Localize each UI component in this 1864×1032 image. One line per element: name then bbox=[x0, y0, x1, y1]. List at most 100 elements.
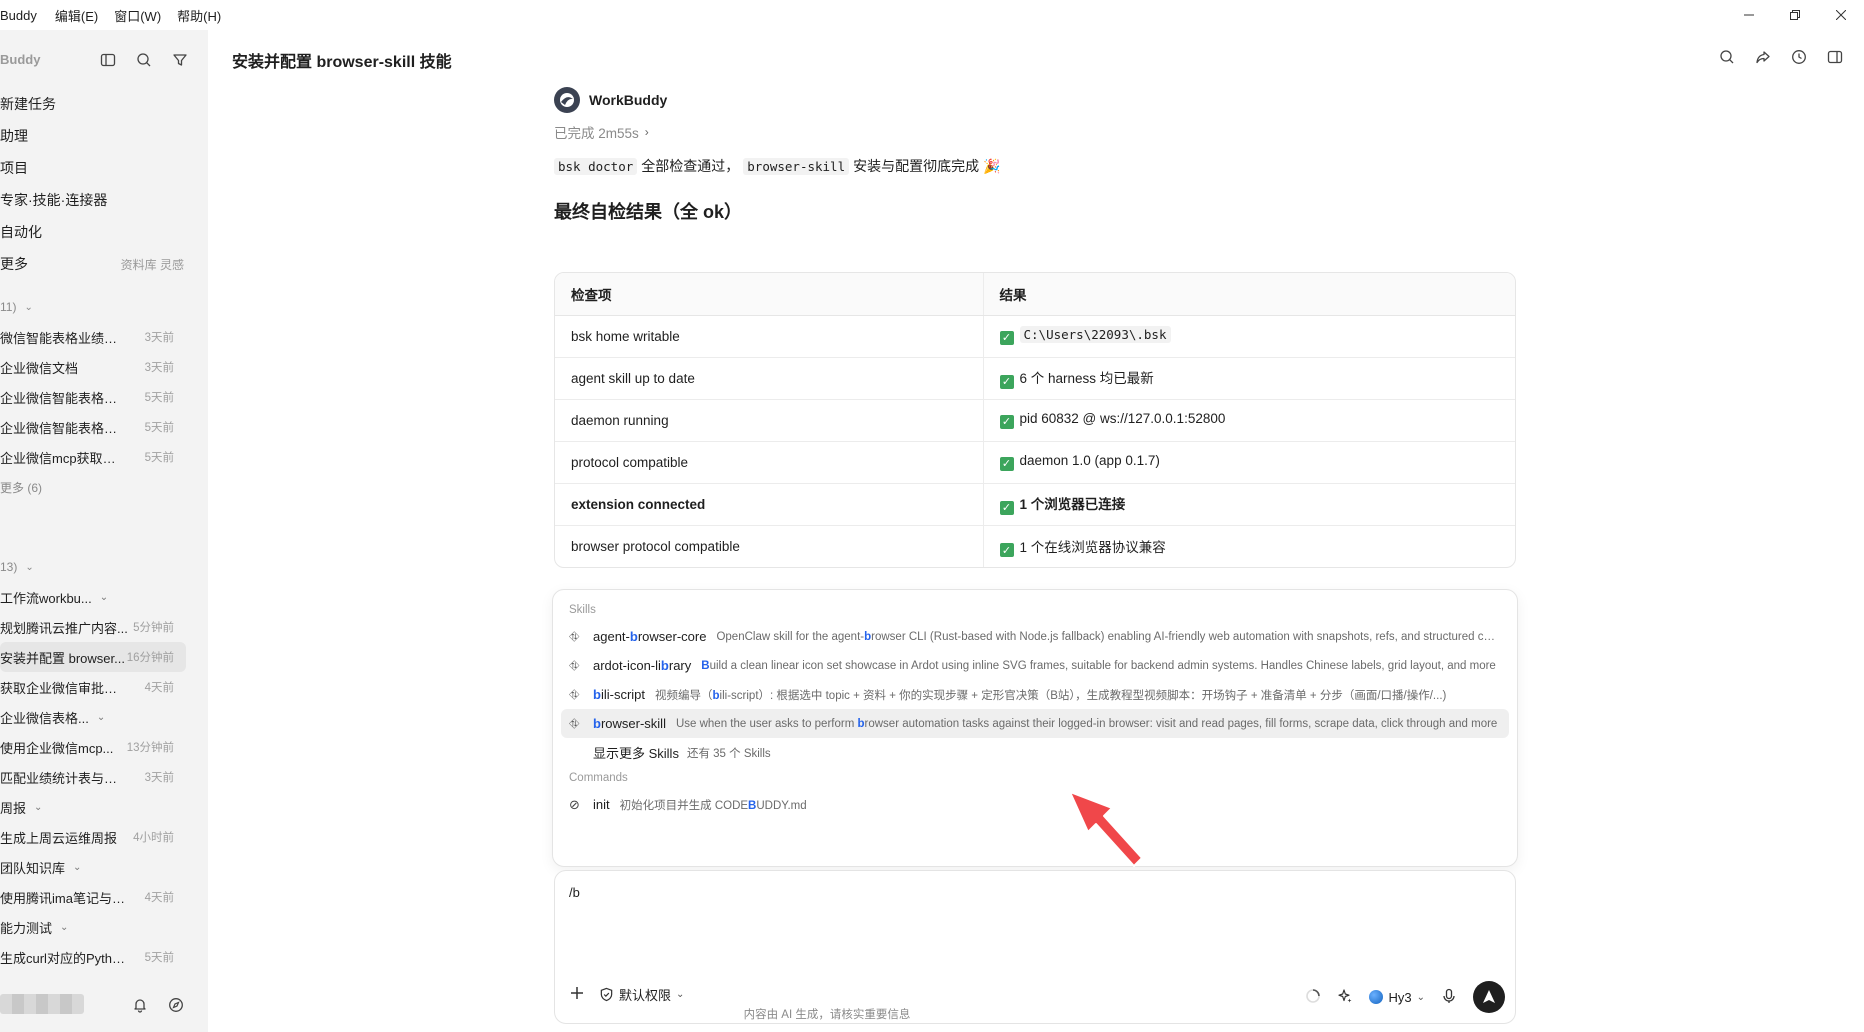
chevron-down-icon: ⌄ bbox=[24, 301, 33, 313]
inline-code: bsk doctor bbox=[554, 157, 638, 175]
bell-icon[interactable] bbox=[130, 995, 150, 1015]
filter-icon[interactable] bbox=[170, 50, 190, 70]
minimize-icon[interactable] bbox=[1726, 0, 1772, 30]
nav-experts-skills[interactable]: 专家·技能·连接器 bbox=[0, 184, 208, 216]
table-row: extension connected ✓ 1 个浏览器已连接 bbox=[555, 483, 1515, 526]
skill-option[interactable]: ⛗ bili-script 视频编导（bili-script）: 根据选中 to… bbox=[561, 680, 1509, 709]
task-item[interactable]: 企业微信智能表格数据 5天前 bbox=[0, 382, 186, 412]
window-controls bbox=[1726, 0, 1864, 30]
chat-input[interactable]: /b bbox=[569, 885, 580, 900]
sparkle-icon[interactable] bbox=[1337, 988, 1353, 1007]
task-item[interactable]: 匹配业绩统计表与跟进... 3天前 bbox=[0, 762, 186, 792]
close-icon[interactable] bbox=[1818, 0, 1864, 30]
chevron-down-icon: ⌄ bbox=[25, 561, 34, 573]
skill-name-part: rowser-core bbox=[637, 629, 707, 644]
menu-edit[interactable]: 编辑(E) bbox=[55, 6, 98, 25]
chevron-down-icon: ⌄ bbox=[99, 591, 109, 603]
sidebar-nav: 新建任务 助理 项目 专家·技能·连接器 自动化 更多 资料库 灵感 bbox=[0, 88, 208, 280]
send-button[interactable] bbox=[1473, 981, 1505, 1013]
nav-assistant[interactable]: 助理 bbox=[0, 120, 208, 152]
command-icon: ⊘ bbox=[569, 796, 580, 812]
nav-label: 新建任务 bbox=[0, 96, 56, 112]
task-item[interactable]: 企业微信mcp获取在线... 5天前 bbox=[0, 442, 186, 472]
show-more-label: 显示更多 Skills bbox=[593, 746, 679, 761]
panel-toggle-icon[interactable] bbox=[1824, 46, 1846, 68]
avatar[interactable] bbox=[0, 994, 84, 1014]
task-label: 匹配业绩统计表与跟进... bbox=[0, 770, 128, 786]
result-text: 6 个 harness 均已最新 bbox=[1019, 371, 1154, 387]
search-icon[interactable] bbox=[1716, 46, 1738, 68]
skill-name-part: rowser-skill bbox=[600, 716, 666, 731]
task-folder[interactable]: 企业微信表格... ⌄ bbox=[0, 702, 186, 732]
task-item[interactable]: 使用腾讯ima笔记与知... 4天前 bbox=[0, 882, 186, 912]
checkmark-icon: ✓ bbox=[999, 543, 1014, 557]
task-item-active[interactable]: 安装并配置 browser... 16分钟前 bbox=[0, 642, 186, 672]
task-label: 生成上周云运维周报 bbox=[0, 830, 118, 846]
desc-part: OpenClaw skill for the agent- bbox=[716, 630, 865, 643]
chevron-down-icon: ⌄ bbox=[60, 921, 69, 933]
skill-option-selected[interactable]: ⛗ browser-skill Use when the user asks t… bbox=[561, 709, 1509, 738]
show-more-link[interactable]: 更多 (6) bbox=[0, 472, 208, 502]
task-folder[interactable]: 能力测试 ⌄ bbox=[0, 912, 186, 942]
check-item: agent skill up to date bbox=[555, 357, 984, 400]
model-select[interactable]: Hy3 ⌄ bbox=[1369, 990, 1425, 1005]
table-row: agent skill up to date ✓ 6 个 harness 均已最新 bbox=[555, 357, 1515, 400]
task-time: 3天前 bbox=[144, 362, 174, 374]
toggle-sidebar-icon[interactable] bbox=[98, 50, 118, 70]
task-folder[interactable]: 周报 ⌄ bbox=[0, 792, 186, 822]
assistant-message: WorkBuddy 已完成 2m55s › bsk doctor 全部检查通过，… bbox=[554, 86, 1516, 224]
nav-more-extra[interactable]: 资料库 灵感 bbox=[121, 256, 184, 273]
check-item: daemon running bbox=[555, 399, 984, 442]
match-highlight: b bbox=[712, 689, 720, 702]
command-option[interactable]: ⊘ init 初始化项目并生成 CODEBUDDY.md bbox=[561, 790, 1509, 819]
group-header[interactable]: 13) ⌄ bbox=[0, 552, 208, 582]
permission-select[interactable]: 默认权限 ⌄ bbox=[599, 985, 684, 1004]
task-folder[interactable]: 工作流workbu... ⌄ bbox=[0, 582, 186, 612]
task-time: 4天前 bbox=[144, 682, 174, 694]
menu-window[interactable]: 窗口(W) bbox=[114, 6, 161, 25]
compass-icon[interactable] bbox=[166, 995, 186, 1015]
section-heading: 最终自检结果（全 ok） bbox=[554, 202, 743, 222]
loading-spinner-icon bbox=[1305, 988, 1321, 1007]
task-time: 13分钟前 bbox=[126, 742, 174, 754]
task-item[interactable]: 获取企业微信审批信息 4天前 bbox=[0, 672, 186, 702]
nav-more[interactable]: 更多 资料库 灵感 bbox=[0, 248, 208, 280]
add-icon[interactable] bbox=[569, 985, 585, 1004]
command-name: init bbox=[593, 797, 610, 812]
task-item[interactable]: 企业微信智能表格信息 5天前 bbox=[0, 412, 186, 442]
task-folder[interactable]: 团队知识库 ⌄ bbox=[0, 852, 186, 882]
skill-option[interactable]: ⛗ ardot-icon-library Build a clean linea… bbox=[561, 651, 1509, 680]
bot-avatar-icon bbox=[554, 87, 580, 113]
menu-help[interactable]: 帮助(H) bbox=[177, 6, 221, 25]
desc-part: 初始化项目并生成 CODE bbox=[619, 799, 749, 812]
nav-label: 自动化 bbox=[0, 224, 42, 240]
nav-new-task[interactable]: 新建任务 bbox=[0, 88, 208, 120]
task-item[interactable]: 使用企业微信mcp... 13分钟前 bbox=[0, 732, 186, 762]
microphone-icon[interactable] bbox=[1441, 988, 1457, 1007]
task-time: 5分钟前 bbox=[133, 622, 174, 634]
task-time: 5天前 bbox=[144, 392, 174, 404]
history-icon[interactable] bbox=[1788, 46, 1810, 68]
status-toggle[interactable]: 已完成 2m55s › bbox=[554, 122, 1516, 142]
task-group-2: 13) ⌄ 工作流workbu... ⌄ 规划腾讯云推广内容... 5分钟前 安装并配… bbox=[0, 552, 208, 972]
group-header[interactable]: 11) ⌄ bbox=[0, 292, 208, 322]
search-icon[interactable] bbox=[134, 50, 154, 70]
nav-automation[interactable]: 自动化 bbox=[0, 216, 208, 248]
skill-description: 视频编导（bili-script）: 根据选中 topic + 资料 + 你的实… bbox=[655, 687, 1509, 703]
skill-description: OpenClaw skill for the agent-browser CLI… bbox=[716, 631, 1509, 643]
task-item[interactable]: 生成curl对应的Python... 5天前 bbox=[0, 942, 186, 972]
show-more-skills[interactable]: 显示更多 Skills 还有 35 个 Skills bbox=[561, 738, 1509, 767]
share-icon[interactable] bbox=[1752, 46, 1774, 68]
skill-option[interactable]: ⛗ agent-browser-core OpenClaw skill for … bbox=[561, 622, 1509, 651]
task-item[interactable]: 规划腾讯云推广内容... 5分钟前 bbox=[0, 612, 186, 642]
table-row: bsk home writable ✓ C:\Users\22093\.bsk bbox=[555, 315, 1515, 358]
task-label: 周报 bbox=[0, 800, 27, 816]
task-label: 规划腾讯云推广内容... bbox=[0, 620, 128, 636]
task-item[interactable]: 生成上周云运维周报 4小时前 bbox=[0, 822, 186, 852]
nav-projects[interactable]: 项目 bbox=[0, 152, 208, 184]
send-arrow-icon bbox=[1483, 990, 1495, 1003]
task-item[interactable]: 企业微信文档 3天前 bbox=[0, 352, 186, 382]
task-item[interactable]: 微信智能表格业绩汇总 3天前 bbox=[0, 322, 186, 352]
result-text: 1 个浏览器已连接 bbox=[1019, 497, 1126, 513]
restore-icon[interactable] bbox=[1772, 0, 1818, 30]
